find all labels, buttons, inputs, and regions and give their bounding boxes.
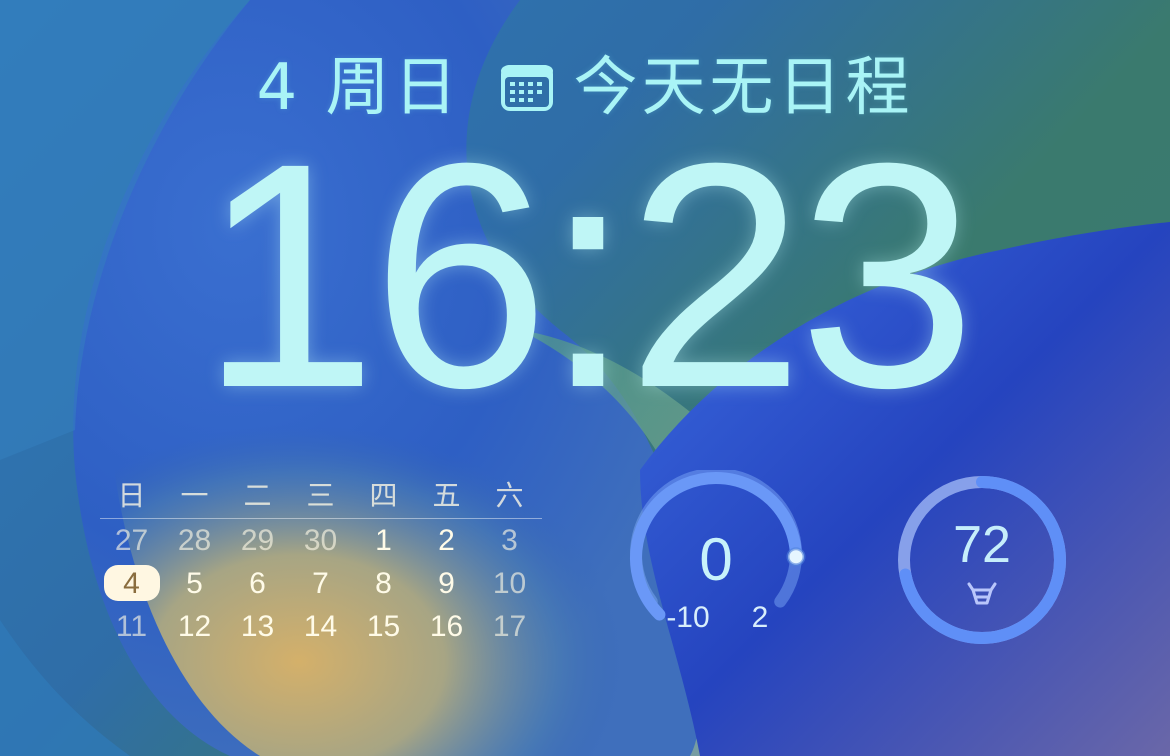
calendar-day: 9 xyxy=(438,567,455,600)
calendar-day: 8 xyxy=(375,567,392,600)
calendar-day: 11 xyxy=(115,610,148,643)
calendar-day: 5 xyxy=(186,567,203,600)
score-ring: 72 xyxy=(898,476,1066,644)
calendar-day: 10 xyxy=(492,567,527,600)
score-ring-widget[interactable]: 72 xyxy=(890,468,1074,652)
today-number: 4 xyxy=(123,567,140,600)
calendar-day: 13 xyxy=(240,610,275,643)
gauge-indicator xyxy=(786,547,806,567)
calendar-day: 15 xyxy=(366,610,401,643)
calendar-day: 29 xyxy=(240,524,275,557)
temperature-gauge: 0 -10 2 xyxy=(630,470,806,634)
temperature-low: -10 xyxy=(666,601,709,634)
calendar-day: 14 xyxy=(303,610,338,643)
weekday-label: 一 xyxy=(180,479,209,512)
calendar-day: 17 xyxy=(492,610,527,643)
clock-time[interactable]: 16:23 xyxy=(0,115,1170,435)
calendar-days: 27 28 29 30 1 2 3 4 5 6 7 8 9 10 11 12 1… xyxy=(100,519,542,648)
calendar-day: 28 xyxy=(177,524,212,557)
bull-head-icon xyxy=(967,582,997,605)
temperature-gauge-widget[interactable]: 0 -10 2 xyxy=(626,470,806,640)
weekday-header: 日 一 二 三 四 五 六 xyxy=(100,476,542,516)
calendar-day: 2 xyxy=(438,524,455,557)
calendar-day: 1 xyxy=(375,524,392,557)
calendar-day: 30 xyxy=(303,524,338,557)
weekday-label: 六 xyxy=(495,479,524,512)
score-value: 72 xyxy=(953,516,1011,574)
calendar-day: 16 xyxy=(429,610,464,643)
calendar-widget[interactable]: 日 一 二 三 四 五 六 27 28 29 30 1 2 3 4 5 6 7 … xyxy=(100,476,542,648)
calendar-day: 27 xyxy=(114,524,149,557)
calendar-day: 6 xyxy=(249,567,266,600)
temperature-high: 2 xyxy=(752,601,769,634)
calendar-day: 12 xyxy=(177,610,212,643)
weekday-label: 四 xyxy=(369,479,398,512)
weekday-label: 三 xyxy=(306,479,335,512)
weekday-label: 二 xyxy=(243,479,272,512)
temperature-current: 0 xyxy=(699,526,732,593)
weekday-label: 日 xyxy=(117,479,146,512)
weekday-label: 五 xyxy=(432,479,461,512)
calendar-day: 3 xyxy=(501,524,518,557)
calendar-day-today: 4 xyxy=(100,562,163,605)
calendar-day: 7 xyxy=(312,567,329,600)
